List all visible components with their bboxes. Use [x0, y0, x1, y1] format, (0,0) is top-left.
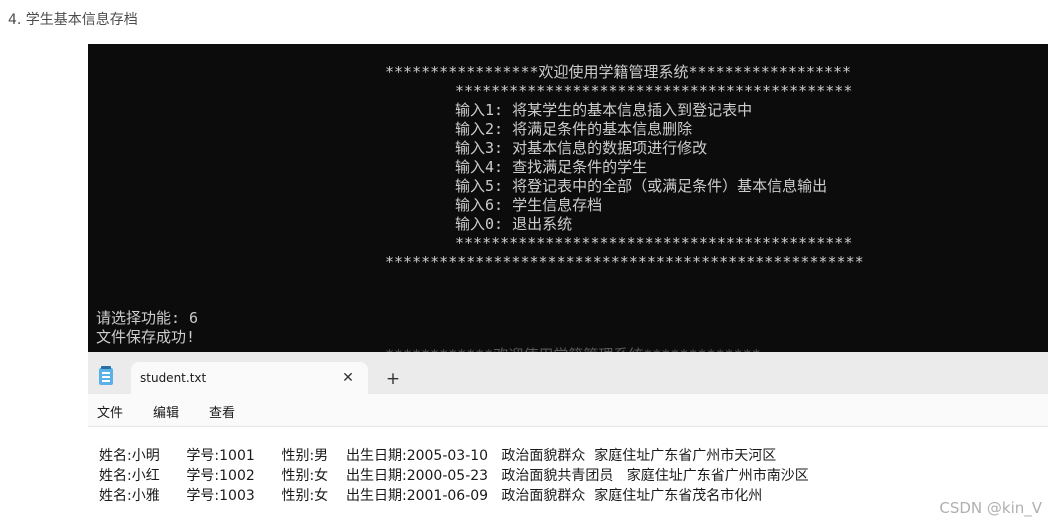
console-prompt: 请选择功能: 6	[96, 309, 199, 327]
console-line: 输入5: 将登记表中的全部（或满足条件）基本信息输出	[455, 177, 828, 195]
tab-student-txt[interactable]: student.txt ✕	[131, 362, 368, 394]
console-line: 输入1: 将某学生的基本信息插入到登记表中	[455, 101, 753, 119]
console-line: *****************欢迎使用学籍管理系统*************…	[385, 63, 852, 81]
console-result: 文件保存成功!	[96, 328, 196, 346]
console-line: ****************************************…	[455, 234, 853, 252]
menu-file[interactable]: 文件	[97, 402, 123, 421]
text-editor[interactable]: 姓名:小明 学号:1001 性别:男 出生日期:2005-03-10 政治面貌群…	[88, 426, 1048, 525]
text-line: 姓名:小明 学号:1001 性别:男 出生日期:2005-03-10 政治面貌群…	[99, 448, 777, 464]
text-line: 姓名:小雅 学号:1003 性别:女 出生日期:2001-06-09 政治面貌群…	[99, 488, 763, 504]
menu-edit[interactable]: 编辑	[153, 402, 179, 421]
console-line: 输入6: 学生信息存档	[455, 196, 603, 214]
watermark: CSDN @kin_V	[939, 499, 1042, 517]
console-line: ****************************************…	[385, 253, 864, 271]
console-line: ****************************************…	[455, 82, 853, 100]
text-line: 姓名:小红 学号:1002 性别:女 出生日期:2000-05-23 政治面貌共…	[99, 468, 809, 484]
console-line: 输入4: 查找满足条件的学生	[455, 158, 648, 176]
notepad-window: student.txt ✕ + 文件 编辑 查看 姓名:小明 学号:1001 性…	[88, 352, 1048, 525]
menu-bar: 文件 编辑 查看	[88, 394, 1048, 426]
console-line: 输入0: 退出系统	[455, 215, 573, 233]
console-line: 输入3: 对基本信息的数据项进行修改	[455, 139, 708, 157]
console-line: 输入2: 将满足条件的基本信息删除	[455, 120, 693, 138]
menu-view[interactable]: 查看	[209, 402, 235, 421]
new-tab-button[interactable]: +	[381, 368, 405, 392]
close-icon[interactable]: ✕	[338, 368, 358, 388]
tab-bar: student.txt ✕ +	[88, 352, 1048, 394]
console-window: *****************欢迎使用学籍管理系统*************…	[88, 44, 1048, 364]
tab-title: student.txt	[140, 371, 207, 385]
section-heading: 4. 学生基本信息存档	[8, 12, 138, 28]
notepad-icon	[99, 366, 113, 385]
